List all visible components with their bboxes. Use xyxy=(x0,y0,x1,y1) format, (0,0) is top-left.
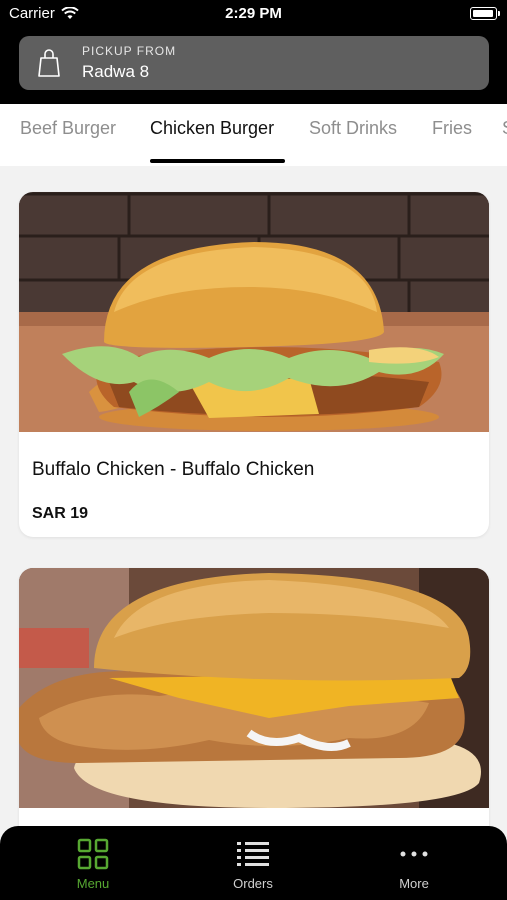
nav-orders-label: Orders xyxy=(233,876,273,891)
tab-chicken-burger[interactable]: Chicken Burger xyxy=(150,118,274,139)
pickup-location-name: Radwa 8 xyxy=(82,62,150,81)
list-icon xyxy=(237,842,269,866)
tab-fries[interactable]: Fries xyxy=(432,118,472,139)
tab-beef-burger[interactable]: Beef Burger xyxy=(20,118,116,139)
nav-more-label: More xyxy=(399,876,429,891)
dots-icon xyxy=(400,851,428,857)
product-name: Buffalo Chicken - Buffalo Chicken xyxy=(32,459,315,480)
status-bar: Carrier 2:29 PM xyxy=(0,0,507,28)
bottom-navigation: Menu Orders More xyxy=(0,826,507,900)
nav-orders[interactable]: Orders xyxy=(208,838,298,891)
product-photo xyxy=(19,192,489,432)
product-photo xyxy=(19,568,489,808)
product-card[interactable] xyxy=(19,568,489,858)
pickup-location-selector[interactable]: PICKUP FROM Radwa 8 xyxy=(19,36,489,90)
product-card[interactable]: Buffalo Chicken - Buffalo Chicken SAR 19 xyxy=(19,192,489,537)
active-tab-indicator xyxy=(150,159,285,163)
tab-partial[interactable]: S xyxy=(502,118,507,139)
tab-soft-drinks[interactable]: Soft Drinks xyxy=(309,118,397,139)
nav-menu[interactable]: Menu xyxy=(48,838,138,891)
grid-icon xyxy=(77,838,109,870)
nav-menu-label: Menu xyxy=(76,876,110,891)
header: Carrier 2:29 PM PICKUP FROM Radwa 8 xyxy=(0,0,507,104)
shopping-bag-icon xyxy=(38,49,60,77)
pickup-label: PICKUP FROM xyxy=(82,44,177,58)
battery-icon xyxy=(470,7,500,20)
category-tabs: Beef Burger Chicken Burger Soft Drinks F… xyxy=(0,104,507,166)
product-price: SAR 19 xyxy=(32,505,89,522)
nav-more[interactable]: More xyxy=(369,838,459,891)
clock: 2:29 PM xyxy=(225,5,282,22)
